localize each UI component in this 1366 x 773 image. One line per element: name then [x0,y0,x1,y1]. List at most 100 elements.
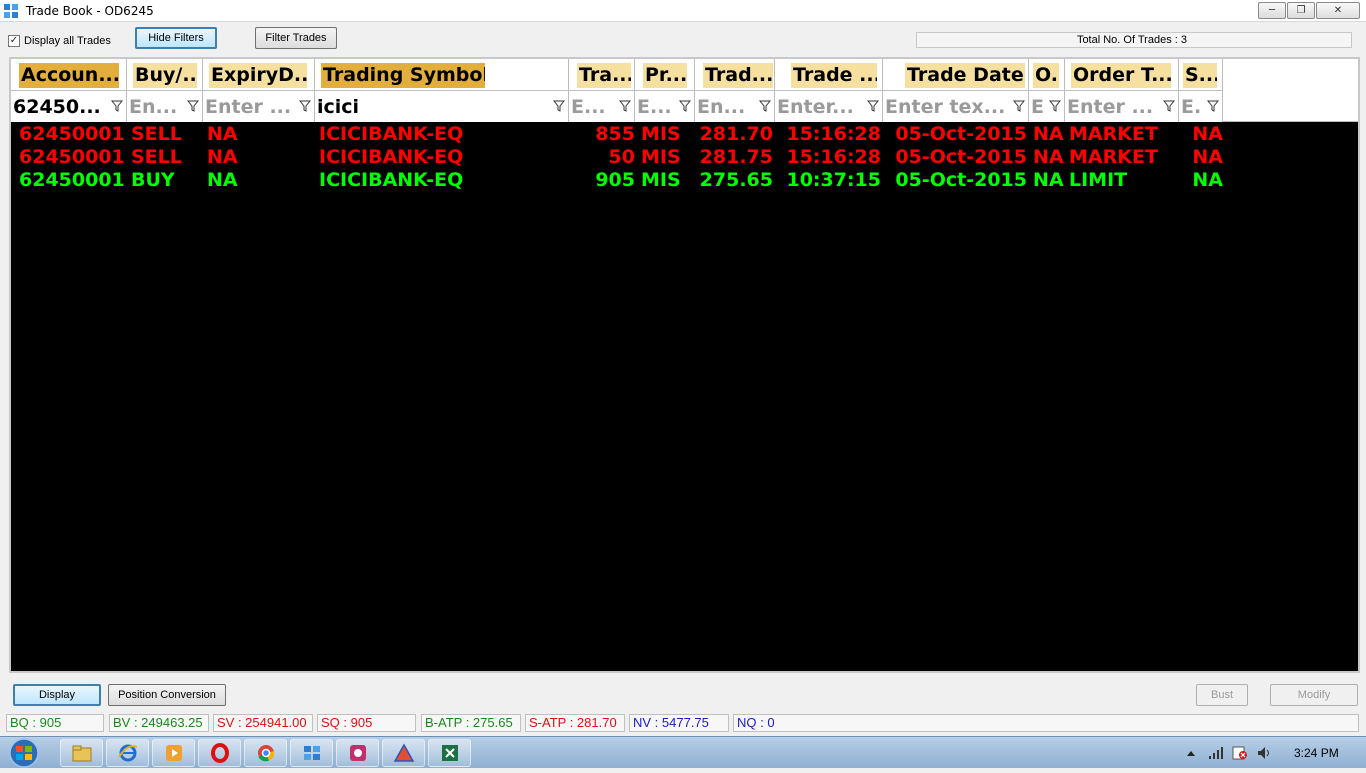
checkbox-check-icon[interactable]: ✓ [8,35,20,47]
cell-s-col: NA [1192,123,1223,145]
filter-funnel-icon[interactable] [679,100,691,112]
opera-taskbar-button[interactable] [198,739,241,767]
modify-button[interactable]: Modify [1270,684,1358,706]
column-header-label: Trading Symbol [321,63,485,88]
table-row[interactable]: 62450001 SELL NA ICICIBANK-EQ 855 MIS 281.70 15… [11,123,1358,146]
cell-trade-date: 05-Oct-2015 [895,146,1027,168]
start-button[interactable] [4,737,44,769]
column-header-trade-price[interactable]: Trad... [695,59,775,91]
volume-icon[interactable] [1256,746,1272,760]
column-header-expiry-date[interactable]: ExpiryD... [203,59,315,91]
column-header-label: Buy/... [133,63,197,88]
status-nq: NQ : 0 [733,714,1359,732]
column-header-account[interactable]: Accoun... [11,59,127,91]
cell-trade-price: 281.70 [699,123,773,145]
cell-trade-price: 281.75 [699,146,773,168]
filter-funnel-icon[interactable] [553,100,565,112]
filter-input-expiry-date[interactable] [205,94,295,119]
cell-order-type: MARKET [1069,146,1158,168]
filter-funnel-icon[interactable] [867,100,879,112]
column-header-o-col[interactable]: O.. [1029,59,1065,91]
column-header-trade-time[interactable]: Trade ... [775,59,883,91]
cell-order-type: MARKET [1069,123,1158,145]
restore-icon: ❐ [1296,5,1306,16]
cell-o-col: NA [1033,146,1064,168]
trade-grid: Accoun... Buy/... ExpiryD... Trading Symbol… [9,57,1360,673]
triangle-app-taskbar-button[interactable] [382,739,425,767]
ie-taskbar-button[interactable] [106,739,149,767]
grid-body: 62450001 SELL NA ICICIBANK-EQ 855 MIS 281.70 15… [11,123,1358,192]
filter-input-trade-date[interactable] [885,94,1009,119]
restore-button[interactable]: ❐ [1287,2,1315,19]
filter-funnel-icon[interactable] [1049,100,1061,112]
filter-input-buy-sell[interactable] [129,94,183,119]
tradebook-taskbar-button[interactable] [290,739,333,767]
table-row[interactable]: 62450001 BUY NA ICICIBANK-EQ 905 MIS 275.65 10:… [11,169,1358,192]
filter-cell-o-col [1029,91,1065,122]
chrome-taskbar-button[interactable] [244,739,287,767]
taskbar: 3:24 PM [0,736,1366,768]
triangle-app-icon [393,743,414,762]
filter-input-trade-time[interactable] [777,94,863,119]
status-batp: B-ATP : 275.65 [421,714,521,732]
cell-expiry-date: NA [207,146,238,168]
filter-funnel-icon[interactable] [619,100,631,112]
close-button[interactable]: ✕ [1316,2,1360,19]
filter-input-trade-qty[interactable] [571,94,615,119]
excel-taskbar-button[interactable] [428,739,471,767]
filter-funnel-icon[interactable] [759,100,771,112]
filter-input-product[interactable] [637,94,675,119]
paint-app-taskbar-button[interactable] [336,739,379,767]
grid-header-row: Accoun... Buy/... ExpiryD... Trading Symbol… [11,59,1358,91]
filter-cell-product [635,91,695,122]
column-header-trade-date[interactable]: Trade Date [883,59,1029,91]
taskbar-clock[interactable]: 3:24 PM [1294,746,1339,760]
filter-trades-button[interactable]: Filter Trades [255,27,337,49]
column-header-label: Trade ... [791,63,877,88]
display-all-trades-checkbox[interactable]: ✓ Display all Trades [8,35,111,47]
cell-s-col: NA [1192,169,1223,191]
minimize-button[interactable]: ─ [1258,2,1286,19]
explorer-taskbar-button[interactable] [60,739,103,767]
media-player-taskbar-button[interactable] [152,739,195,767]
column-header-trade-qty[interactable]: Tra... [569,59,635,91]
column-header-label: Trad... [703,63,773,88]
filter-input-trading-symbol[interactable] [317,94,549,119]
filter-funnel-icon[interactable] [1163,100,1175,112]
filter-cell-s-col [1179,91,1223,122]
network-signal-icon[interactable] [1208,746,1224,760]
column-header-trading-symbol[interactable]: Trading Symbol [315,59,569,91]
filter-funnel-icon[interactable] [1013,100,1025,112]
column-header-buy-sell[interactable]: Buy/... [127,59,203,91]
paint-app-icon [349,745,366,761]
column-header-product[interactable]: Pr... [635,59,695,91]
cell-trade-qty: 50 [608,146,635,168]
table-row[interactable]: 62450001 SELL NA ICICIBANK-EQ 50 MIS 281.75 15:… [11,146,1358,169]
window-title: Trade Book - OD6245 [26,4,154,18]
filter-cell-buy-sell [127,91,203,122]
filter-input-trade-price[interactable] [697,94,755,119]
filter-input-order-type[interactable] [1067,94,1159,119]
action-center-alert-icon[interactable] [1232,746,1248,760]
filter-input-o-col[interactable] [1031,94,1045,119]
filter-input-s-col[interactable] [1181,94,1203,119]
column-header-label: Trade Date [905,63,1025,88]
show-hidden-icons-icon[interactable] [1186,749,1196,757]
opera-icon [210,743,229,763]
column-header-label: Pr... [643,63,687,88]
filter-funnel-icon[interactable] [111,100,123,112]
filter-input-account[interactable] [13,94,107,119]
column-header-order-type[interactable]: Order T... [1065,59,1179,91]
display-button[interactable]: Display [13,684,101,706]
filter-funnel-icon[interactable] [1207,100,1219,112]
bust-button[interactable]: Bust [1196,684,1248,706]
hide-filters-button[interactable]: Hide Filters [135,27,217,49]
grid-filter-row [11,91,1358,122]
filter-funnel-icon[interactable] [187,100,199,112]
toolbar: ✓ Display all Trades Hide Filters Filter… [0,23,1366,55]
cell-trade-time: 15:16:28 [786,146,881,168]
column-header-s-col[interactable]: S... [1179,59,1223,91]
filter-funnel-icon[interactable] [299,100,311,112]
position-conversion-button[interactable]: Position Conversion [108,684,226,706]
cell-trading-symbol: ICICIBANK-EQ [319,123,464,145]
